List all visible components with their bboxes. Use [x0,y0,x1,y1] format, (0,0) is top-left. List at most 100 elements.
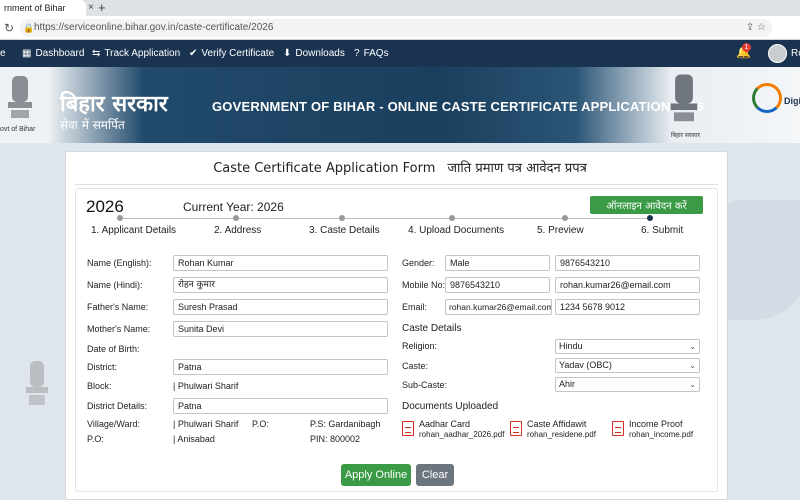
side-emblem-icon [26,361,48,405]
download-icon: ⬇ [283,48,292,59]
religion-value: Hindu [559,341,583,351]
nav-faqs-label: FAQs [363,48,389,59]
url-field[interactable]: 🔒 https://serviceonline.bihar.gov.in/cas… [20,19,772,37]
step-caste-details[interactable]: 3. Caste Details [309,225,380,236]
close-tab-icon[interactable]: × [88,0,94,16]
govt-caption: ovt of Bihar [0,126,36,133]
current-year: Current Year: 2026 [183,200,284,214]
document-file: rohan_aadhar_2026.pdf [419,430,505,439]
header-banner: ovt of Bihar बिहार सरकार सेवा में समर्पि… [0,67,800,143]
document-file: rohan_residene.pdf [527,430,596,439]
lock-icon: 🔒 [23,23,35,33]
digital-india-logo-icon [752,83,782,113]
documents-heading: Documents Uploaded [402,401,499,412]
nav-faqs[interactable]: ? FAQs [354,40,389,67]
emblem-caption: बिहार सरकार [671,133,700,139]
pdf-icon [612,421,624,436]
apply-online-button[interactable]: Apply Online [341,464,411,486]
mobile-field[interactable]: 9876543210 [445,277,550,293]
step-dot-3 [339,215,345,221]
district-field[interactable]: Patna [173,359,388,375]
user-name[interactable]: Ro [791,40,800,67]
nav-track-application[interactable]: ⇆ Track Application [92,40,180,67]
clear-button[interactable]: Clear [416,464,454,486]
document-title: Aadhar Card [419,419,471,429]
caste-label: Caste: [402,361,429,371]
village-label: Village/Ward: [87,419,141,429]
step-upload-documents[interactable]: 4. Upload Documents [408,225,504,236]
nav-verify-label: Verify Certificate [201,48,275,59]
aadhar-field[interactable]: 1234 5678 9012 [555,299,700,315]
nav-home[interactable]: e [0,40,6,67]
form-title: Caste Certificate Application Form जाति प… [0,158,800,176]
police-station-value: P.S: Gardanibagh [310,419,381,429]
nav-dashboard-label: Dashboard [35,48,85,59]
dashboard-icon: ▦ [22,48,32,59]
email-extra-field[interactable]: rohan.kumar26@email.com [555,277,700,293]
po-label: P.O: [87,434,104,444]
religion-select[interactable]: Hindu ⌄ [555,339,700,354]
bihar-sarkar-title: बिहार सरकार [60,92,168,117]
step-dot-1 [117,215,123,221]
gender-label: Gender: [402,258,435,268]
caste-value: Yadav (OBC) [559,360,612,370]
ashoka-emblem-icon [8,76,32,118]
document-income-proof[interactable]: Income Proof rohan_income.pdf [612,419,712,445]
ashoka-emblem-right-icon [670,74,698,122]
chevron-down-icon: ⌄ [689,361,696,370]
pin-value: PIN: 800002 [310,434,361,444]
nav-downloads[interactable]: ⬇ Downloads [283,40,345,67]
browser-tab[interactable]: rnment of Bihar [0,0,86,16]
father-name-field[interactable]: Suresh Prasad [173,299,388,315]
check-icon: ✔ [189,48,198,59]
email-field[interactable]: rohan.kumar26@email.com [445,299,552,315]
caste-select[interactable]: Yadav (OBC) ⌄ [555,358,700,373]
apply-online-hindi-button[interactable]: ऑनलाइन आवेदन करें [590,196,703,214]
address-bar: ↻ 🔒 https://serviceonline.bihar.gov.in/c… [0,16,800,40]
po-value: | Anisabad [173,434,215,444]
block-label: Block: [87,381,112,391]
share-icon[interactable]: ⇪ ☆ [746,19,766,37]
nav-track-label: Track Application [104,48,181,59]
po-inline-label: P.O: [252,419,269,429]
document-file: rohan_income.pdf [629,430,694,439]
phone-extra-field[interactable]: 9876543210 [555,255,700,271]
name-en-field[interactable]: Rohan Kumar [173,255,388,271]
pdf-icon [510,421,522,436]
new-tab-button[interactable]: + [98,0,106,15]
step-dot-4 [449,215,455,221]
dob-label: Date of Birth: [87,344,140,354]
reload-icon[interactable]: ↻ [4,19,14,37]
document-title: Caste Affidawit [527,419,587,429]
document-title: Income Proof [629,419,683,429]
mother-name-label: Mother's Name: [87,324,151,334]
district-details-label: District Details: [87,401,148,411]
name-hi-field[interactable]: रोहन कुमार [173,277,388,293]
step-applicant-details[interactable]: 1. Applicant Details [91,225,176,236]
help-icon: ? [354,48,360,59]
form-title-en: Caste Certificate Application Form [213,161,436,176]
tab-title: rnment of Bihar [4,3,66,13]
mother-name-field[interactable]: Sunita Devi [173,321,388,337]
subcaste-select[interactable]: Ahir ⌄ [555,377,700,392]
email-label: Email: [402,302,428,312]
name-en-label: Name (English): [87,258,152,268]
notification-badge: 1 [742,43,751,52]
nav-verify-certificate[interactable]: ✔ Verify Certificate [189,40,274,67]
pdf-icon [402,421,414,436]
nav-dashboard[interactable]: ▦ Dashboard [22,40,84,67]
gender-field[interactable]: Male [445,255,550,271]
name-hi-label: Name (Hindi): [87,280,143,290]
page-title: GOVERNMENT OF BIHAR - ONLINE CASTE CERTI… [212,99,704,114]
subcaste-label: Sub-Caste: [402,380,448,390]
document-caste-affidavit[interactable]: Caste Affidawit rohan_residene.pdf [510,419,610,445]
district-label: District: [87,362,117,372]
document-aadhar[interactable]: Aadhar Card rohan_aadhar_2026.pdf [402,419,505,445]
seva-tagline: सेवा में समर्पित [60,118,125,132]
step-address[interactable]: 2. Address [214,225,261,236]
step-dot-5 [562,215,568,221]
step-submit[interactable]: 6. Submit [641,225,683,236]
avatar[interactable] [768,44,787,63]
step-preview[interactable]: 5. Preview [537,225,584,236]
district-details-field[interactable]: Patna [173,398,388,414]
